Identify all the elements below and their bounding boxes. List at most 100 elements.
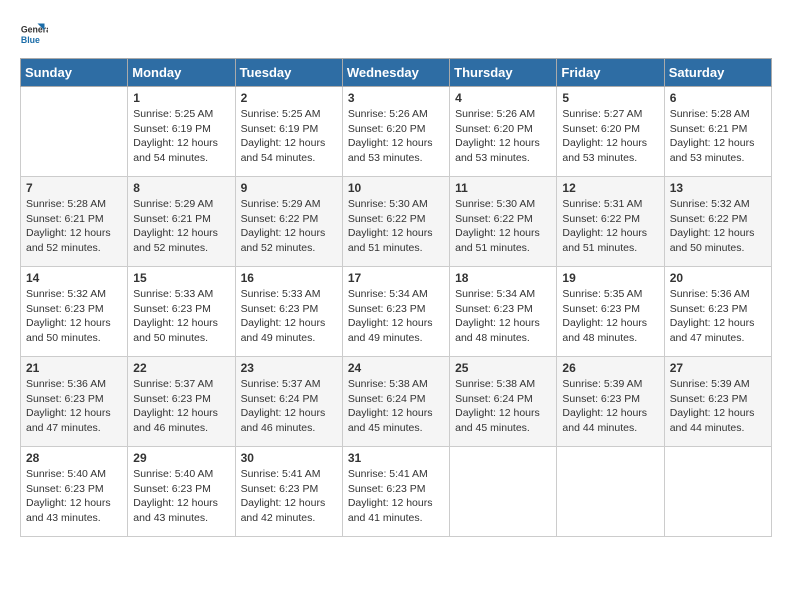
calendar-cell: 4 Sunrise: 5:26 AM Sunset: 6:20 PM Daylig…	[450, 87, 557, 177]
calendar-cell: 22 Sunrise: 5:37 AM Sunset: 6:23 PM Dayli…	[128, 357, 235, 447]
day-number: 24	[348, 361, 444, 375]
calendar-cell: 12 Sunrise: 5:31 AM Sunset: 6:22 PM Dayli…	[557, 177, 664, 267]
header-day-thursday: Thursday	[450, 59, 557, 87]
day-number: 16	[241, 271, 337, 285]
day-content: Sunrise: 5:26 AM Sunset: 6:20 PM Dayligh…	[348, 107, 444, 166]
day-content: Sunrise: 5:28 AM Sunset: 6:21 PM Dayligh…	[670, 107, 766, 166]
calendar-cell: 20 Sunrise: 5:36 AM Sunset: 6:23 PM Dayli…	[664, 267, 771, 357]
calendar-cell: 27 Sunrise: 5:39 AM Sunset: 6:23 PM Dayli…	[664, 357, 771, 447]
day-content: Sunrise: 5:27 AM Sunset: 6:20 PM Dayligh…	[562, 107, 658, 166]
day-number: 10	[348, 181, 444, 195]
svg-text:Blue: Blue	[21, 35, 40, 45]
header: GeneralBlue	[20, 20, 772, 48]
day-number: 21	[26, 361, 122, 375]
calendar-cell: 16Sunrise: 5:33 AM Sunset: 6:23 PM Dayli…	[235, 267, 342, 357]
calendar-cell: 7 Sunrise: 5:28 AM Sunset: 6:21 PM Daylig…	[21, 177, 128, 267]
header-day-friday: Friday	[557, 59, 664, 87]
calendar-cell: 24 Sunrise: 5:38 AM Sunset: 6:24 PM Dayli…	[342, 357, 449, 447]
day-content: Sunrise: 5:39 AM Sunset: 6:23 PM Dayligh…	[670, 377, 766, 436]
calendar-cell	[450, 447, 557, 537]
calendar-cell: 17 Sunrise: 5:34 AM Sunset: 6:23 PM Dayli…	[342, 267, 449, 357]
day-content: Sunrise: 5:39 AM Sunset: 6:23 PM Dayligh…	[562, 377, 658, 436]
day-number: 26	[562, 361, 658, 375]
header-day-monday: Monday	[128, 59, 235, 87]
day-content: Sunrise: 5:28 AM Sunset: 6:21 PM Dayligh…	[26, 197, 122, 256]
day-number: 19	[562, 271, 658, 285]
header-day-sunday: Sunday	[21, 59, 128, 87]
day-number: 9	[241, 181, 337, 195]
day-number: 5	[562, 91, 658, 105]
day-content: Sunrise: 5:30 AM Sunset: 6:22 PM Dayligh…	[455, 197, 551, 256]
day-number: 2	[241, 91, 337, 105]
calendar-cell: 11 Sunrise: 5:30 AM Sunset: 6:22 PM Dayli…	[450, 177, 557, 267]
calendar-cell	[557, 447, 664, 537]
day-content: Sunrise: 5:26 AM Sunset: 6:20 PM Dayligh…	[455, 107, 551, 166]
calendar-cell: 10 Sunrise: 5:30 AM Sunset: 6:22 PM Dayli…	[342, 177, 449, 267]
header-day-wednesday: Wednesday	[342, 59, 449, 87]
day-content: Sunrise: 5:30 AM Sunset: 6:22 PM Dayligh…	[348, 197, 444, 256]
calendar-cell: 23 Sunrise: 5:37 AM Sunset: 6:24 PM Dayli…	[235, 357, 342, 447]
calendar-cell: 21 Sunrise: 5:36 AM Sunset: 6:23 PM Dayli…	[21, 357, 128, 447]
day-number: 25	[455, 361, 551, 375]
calendar-week-row: 28 Sunrise: 5:40 AM Sunset: 6:23 PM Dayli…	[21, 447, 772, 537]
day-number: 4	[455, 91, 551, 105]
day-content: Sunrise: 5:41 AM Sunset: 6:23 PM Dayligh…	[348, 467, 444, 526]
day-content: Sunrise: 5:37 AM Sunset: 6:23 PM Dayligh…	[133, 377, 229, 436]
day-content: Sunrise: 5:34 AM Sunset: 6:23 PM Dayligh…	[455, 287, 551, 346]
day-content: Sunrise: 5:29 AM Sunset: 6:21 PM Dayligh…	[133, 197, 229, 256]
day-number: 11	[455, 181, 551, 195]
day-number: 15	[133, 271, 229, 285]
calendar-cell: 13 Sunrise: 5:32 AM Sunset: 6:22 PM Dayli…	[664, 177, 771, 267]
calendar-cell: 5 Sunrise: 5:27 AM Sunset: 6:20 PM Daylig…	[557, 87, 664, 177]
calendar-cell	[21, 87, 128, 177]
day-content: Sunrise: 5:31 AM Sunset: 6:22 PM Dayligh…	[562, 197, 658, 256]
calendar-week-row: 7 Sunrise: 5:28 AM Sunset: 6:21 PM Daylig…	[21, 177, 772, 267]
calendar-cell: 15 Sunrise: 5:33 AM Sunset: 6:23 PM Dayli…	[128, 267, 235, 357]
calendar-cell: 29Sunrise: 5:40 AM Sunset: 6:23 PM Dayli…	[128, 447, 235, 537]
day-content: Sunrise: 5:36 AM Sunset: 6:23 PM Dayligh…	[26, 377, 122, 436]
calendar-cell: 18 Sunrise: 5:34 AM Sunset: 6:23 PM Dayli…	[450, 267, 557, 357]
day-content: Sunrise: 5:38 AM Sunset: 6:24 PM Dayligh…	[348, 377, 444, 436]
day-content: Sunrise: 5:40 AM Sunset: 6:23 PM Dayligh…	[26, 467, 122, 526]
day-content: Sunrise: 5:41 AM Sunset: 6:23 PM Dayligh…	[241, 467, 337, 526]
day-content: Sunrise: 5:32 AM Sunset: 6:23 PM Dayligh…	[26, 287, 122, 346]
day-content: Sunrise: 5:32 AM Sunset: 6:22 PM Dayligh…	[670, 197, 766, 256]
day-number: 18	[455, 271, 551, 285]
calendar-cell: 26 Sunrise: 5:39 AM Sunset: 6:23 PM Dayli…	[557, 357, 664, 447]
day-number: 20	[670, 271, 766, 285]
calendar-table: SundayMondayTuesdayWednesdayThursdayFrid…	[20, 58, 772, 537]
calendar-cell: 31 Sunrise: 5:41 AM Sunset: 6:23 PM Dayli…	[342, 447, 449, 537]
day-number: 13	[670, 181, 766, 195]
day-content: Sunrise: 5:33 AM Sunset: 6:23 PM Dayligh…	[133, 287, 229, 346]
calendar-cell: 19 Sunrise: 5:35 AM Sunset: 6:23 PM Dayli…	[557, 267, 664, 357]
calendar-cell: 8Sunrise: 5:29 AM Sunset: 6:21 PM Daylig…	[128, 177, 235, 267]
day-content: Sunrise: 5:35 AM Sunset: 6:23 PM Dayligh…	[562, 287, 658, 346]
day-number: 27	[670, 361, 766, 375]
header-day-tuesday: Tuesday	[235, 59, 342, 87]
calendar-cell: 2 Sunrise: 5:25 AM Sunset: 6:19 PM Daylig…	[235, 87, 342, 177]
calendar-cell: 9Sunrise: 5:29 AM Sunset: 6:22 PM Daylig…	[235, 177, 342, 267]
calendar-week-row: 1 Sunrise: 5:25 AM Sunset: 6:19 PM Daylig…	[21, 87, 772, 177]
day-number: 3	[348, 91, 444, 105]
day-number: 22	[133, 361, 229, 375]
day-number: 12	[562, 181, 658, 195]
header-day-saturday: Saturday	[664, 59, 771, 87]
calendar-cell: 28 Sunrise: 5:40 AM Sunset: 6:23 PM Dayli…	[21, 447, 128, 537]
day-number: 17	[348, 271, 444, 285]
calendar-cell	[664, 447, 771, 537]
day-number: 28	[26, 451, 122, 465]
logo-icon: GeneralBlue	[20, 20, 48, 48]
day-number: 7	[26, 181, 122, 195]
day-content: Sunrise: 5:25 AM Sunset: 6:19 PM Dayligh…	[241, 107, 337, 166]
day-content: Sunrise: 5:34 AM Sunset: 6:23 PM Dayligh…	[348, 287, 444, 346]
day-number: 23	[241, 361, 337, 375]
day-content: Sunrise: 5:37 AM Sunset: 6:24 PM Dayligh…	[241, 377, 337, 436]
day-content: Sunrise: 5:25 AM Sunset: 6:19 PM Dayligh…	[133, 107, 229, 166]
logo: GeneralBlue	[20, 20, 48, 48]
calendar-cell: 1 Sunrise: 5:25 AM Sunset: 6:19 PM Daylig…	[128, 87, 235, 177]
day-number: 30	[241, 451, 337, 465]
day-content: Sunrise: 5:36 AM Sunset: 6:23 PM Dayligh…	[670, 287, 766, 346]
calendar-header-row: SundayMondayTuesdayWednesdayThursdayFrid…	[21, 59, 772, 87]
day-number: 31	[348, 451, 444, 465]
day-number: 1	[133, 91, 229, 105]
